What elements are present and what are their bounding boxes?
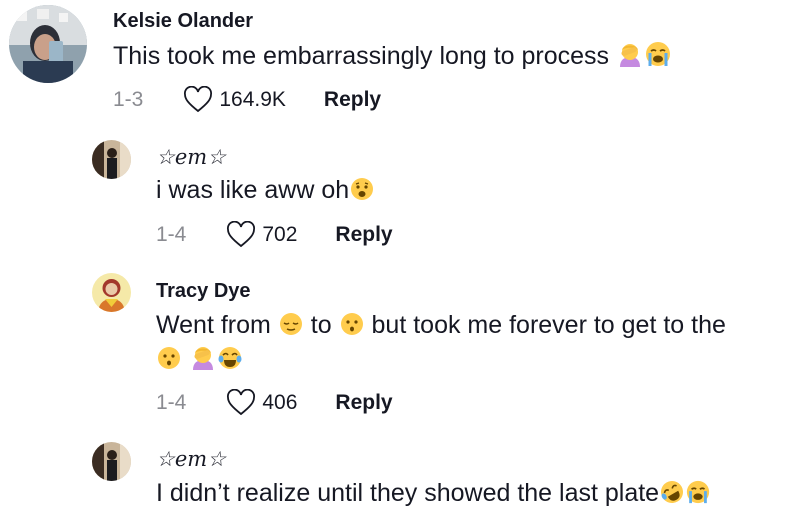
comment-username[interactable]: Tracy Dye — [156, 280, 251, 303]
rolling-laughing-emoji — [659, 479, 685, 515]
comment-username[interactable]: ☆em☆ — [156, 145, 226, 169]
hushed-face-emoji — [156, 345, 182, 381]
loudly-crying-emoji — [685, 479, 711, 515]
comment-text-part2: to — [310, 311, 332, 339]
comment-date: 1-4 — [156, 390, 187, 414]
like-count: 164.9K — [219, 87, 286, 111]
anguished-face-emoji — [349, 176, 375, 212]
comment-date: 1-3 — [113, 87, 144, 111]
comment-text-line2 — [156, 341, 243, 381]
comment-text: I didn’t realize until they showed the l… — [156, 475, 711, 515]
heart-icon[interactable] — [183, 86, 213, 113]
comment-text-part1: Went from — [156, 311, 271, 339]
avatar[interactable] — [9, 5, 87, 83]
loudly-crying-emoji — [644, 40, 672, 78]
reply-button[interactable]: Reply — [324, 88, 381, 112]
tears-of-joy-emoji — [217, 345, 243, 381]
like-count: 406 — [262, 390, 298, 414]
comment-text-part3: but took me forever to get to the — [371, 311, 726, 339]
comment-meta: 1-3 164.9K Reply — [113, 86, 381, 113]
person-facepalming-emoji — [616, 40, 644, 78]
relieved-face-emoji — [278, 311, 304, 347]
comment-username[interactable]: Kelsie Olander — [113, 10, 253, 33]
comment-text-content: This took me embarrassingly long to proc… — [113, 42, 610, 70]
avatar[interactable] — [92, 140, 131, 179]
heart-icon[interactable] — [226, 389, 256, 416]
person-facepalming-emoji — [189, 343, 217, 381]
comment-username[interactable]: ☆em☆ — [156, 447, 226, 471]
like-count: 702 — [262, 222, 298, 246]
comment-text: i was like aww oh — [156, 172, 375, 212]
comment-meta: 1-4 702 Reply — [156, 221, 393, 248]
comment-meta: 1-4 406 Reply — [156, 389, 393, 416]
comment-text: This took me embarrassingly long to proc… — [113, 38, 672, 78]
reply-button[interactable]: Reply — [335, 223, 392, 247]
hushed-face-emoji — [339, 311, 365, 347]
comment-date: 1-4 — [156, 222, 187, 246]
heart-icon[interactable] — [226, 221, 256, 248]
avatar[interactable] — [92, 442, 131, 481]
avatar[interactable] — [92, 273, 131, 312]
reply-button[interactable]: Reply — [335, 391, 392, 415]
comment-text-content: I didn’t realize until they showed the l… — [156, 479, 660, 507]
comment-text-content: i was like aww oh — [156, 176, 350, 204]
